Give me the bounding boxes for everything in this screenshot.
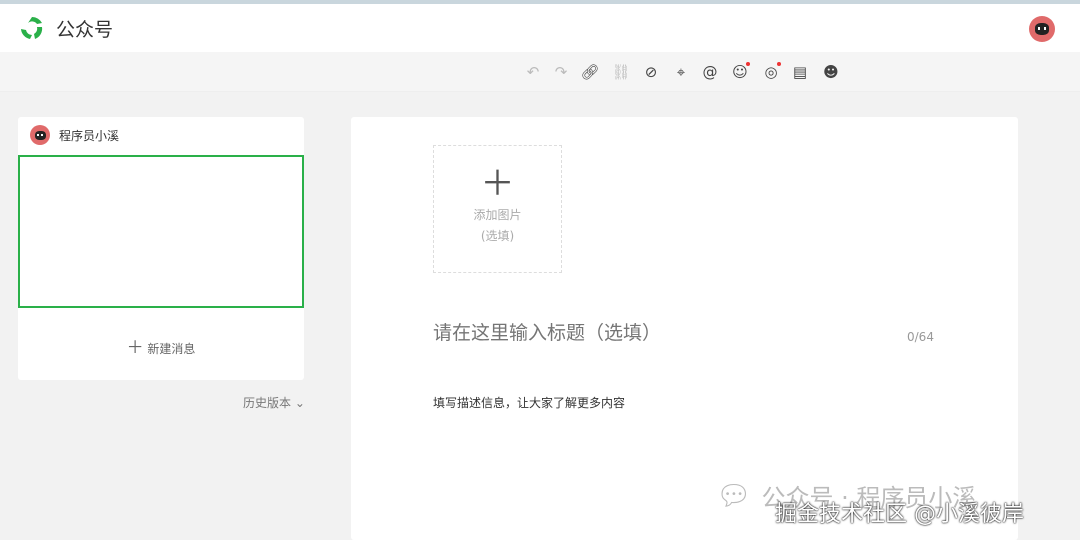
brand-title: 公众号 [56,18,114,41]
undo-icon[interactable]: ↶ [523,62,543,82]
add-image-note: (选填) [480,229,515,243]
redo-icon[interactable]: ↷ [551,62,571,82]
history-label: 历史版本 [243,396,292,410]
article-list-card: 程序员小溪 ＋ 新建消息 [18,117,304,380]
user-avatar[interactable] [1029,16,1055,42]
new-message-label: 新建消息 [147,342,196,356]
inbox-icon[interactable]: ▤ [790,62,810,82]
add-image-button[interactable]: ＋ 添加图片 (选填) [433,145,562,273]
emoji-icon[interactable]: ☻ [821,62,841,82]
header: 公众号 [0,4,1080,52]
circle-icon[interactable]: ◎ [761,62,781,82]
mention-icon[interactable]: @ [700,62,720,82]
watermark-juejin: 掘金技术社区 @小溪彼岸 [775,502,1024,527]
account-name: 程序员小溪 [59,128,120,143]
location-icon[interactable]: ⌖ [671,62,691,82]
history-version-button[interactable]: 历史版本 ⌄ [243,394,305,411]
editor-panel: ＋ 添加图片 (选填) 0/64 填写描述信息，让大家了解更多内容 [351,117,1018,540]
avatar-card-icon[interactable]: ☺ [730,62,750,82]
selected-article-cover[interactable] [18,155,304,308]
plus-icon: ＋ [480,164,515,204]
unlink-icon[interactable]: ⛓︎ [611,62,631,82]
new-message-button[interactable]: ＋ 新建消息 [18,333,304,358]
title-counter: 0/64 [907,330,934,344]
editor-toolbar: ↶ ↷ 🔗︎ ⛓︎ ⊘ ⌖ @ ☺ ◎ ▤ ☻ [0,52,1080,92]
add-image-label: 添加图片 [473,208,522,222]
plus-icon: ＋ [126,338,144,358]
description-input[interactable]: 填写描述信息，让大家了解更多内容 [433,394,625,411]
account-row: 程序员小溪 [30,125,119,145]
wechat-icon: 💬︎ [716,479,752,512]
chevron-down-icon: ⌄ [291,396,305,410]
right-margin [1018,117,1080,540]
account-avatar [30,125,50,145]
title-input[interactable] [433,322,893,344]
mini-program-icon[interactable]: ⊘ [641,62,661,82]
link-icon[interactable]: 🔗︎ [580,62,600,82]
wechat-mp-logo-icon [21,16,43,39]
